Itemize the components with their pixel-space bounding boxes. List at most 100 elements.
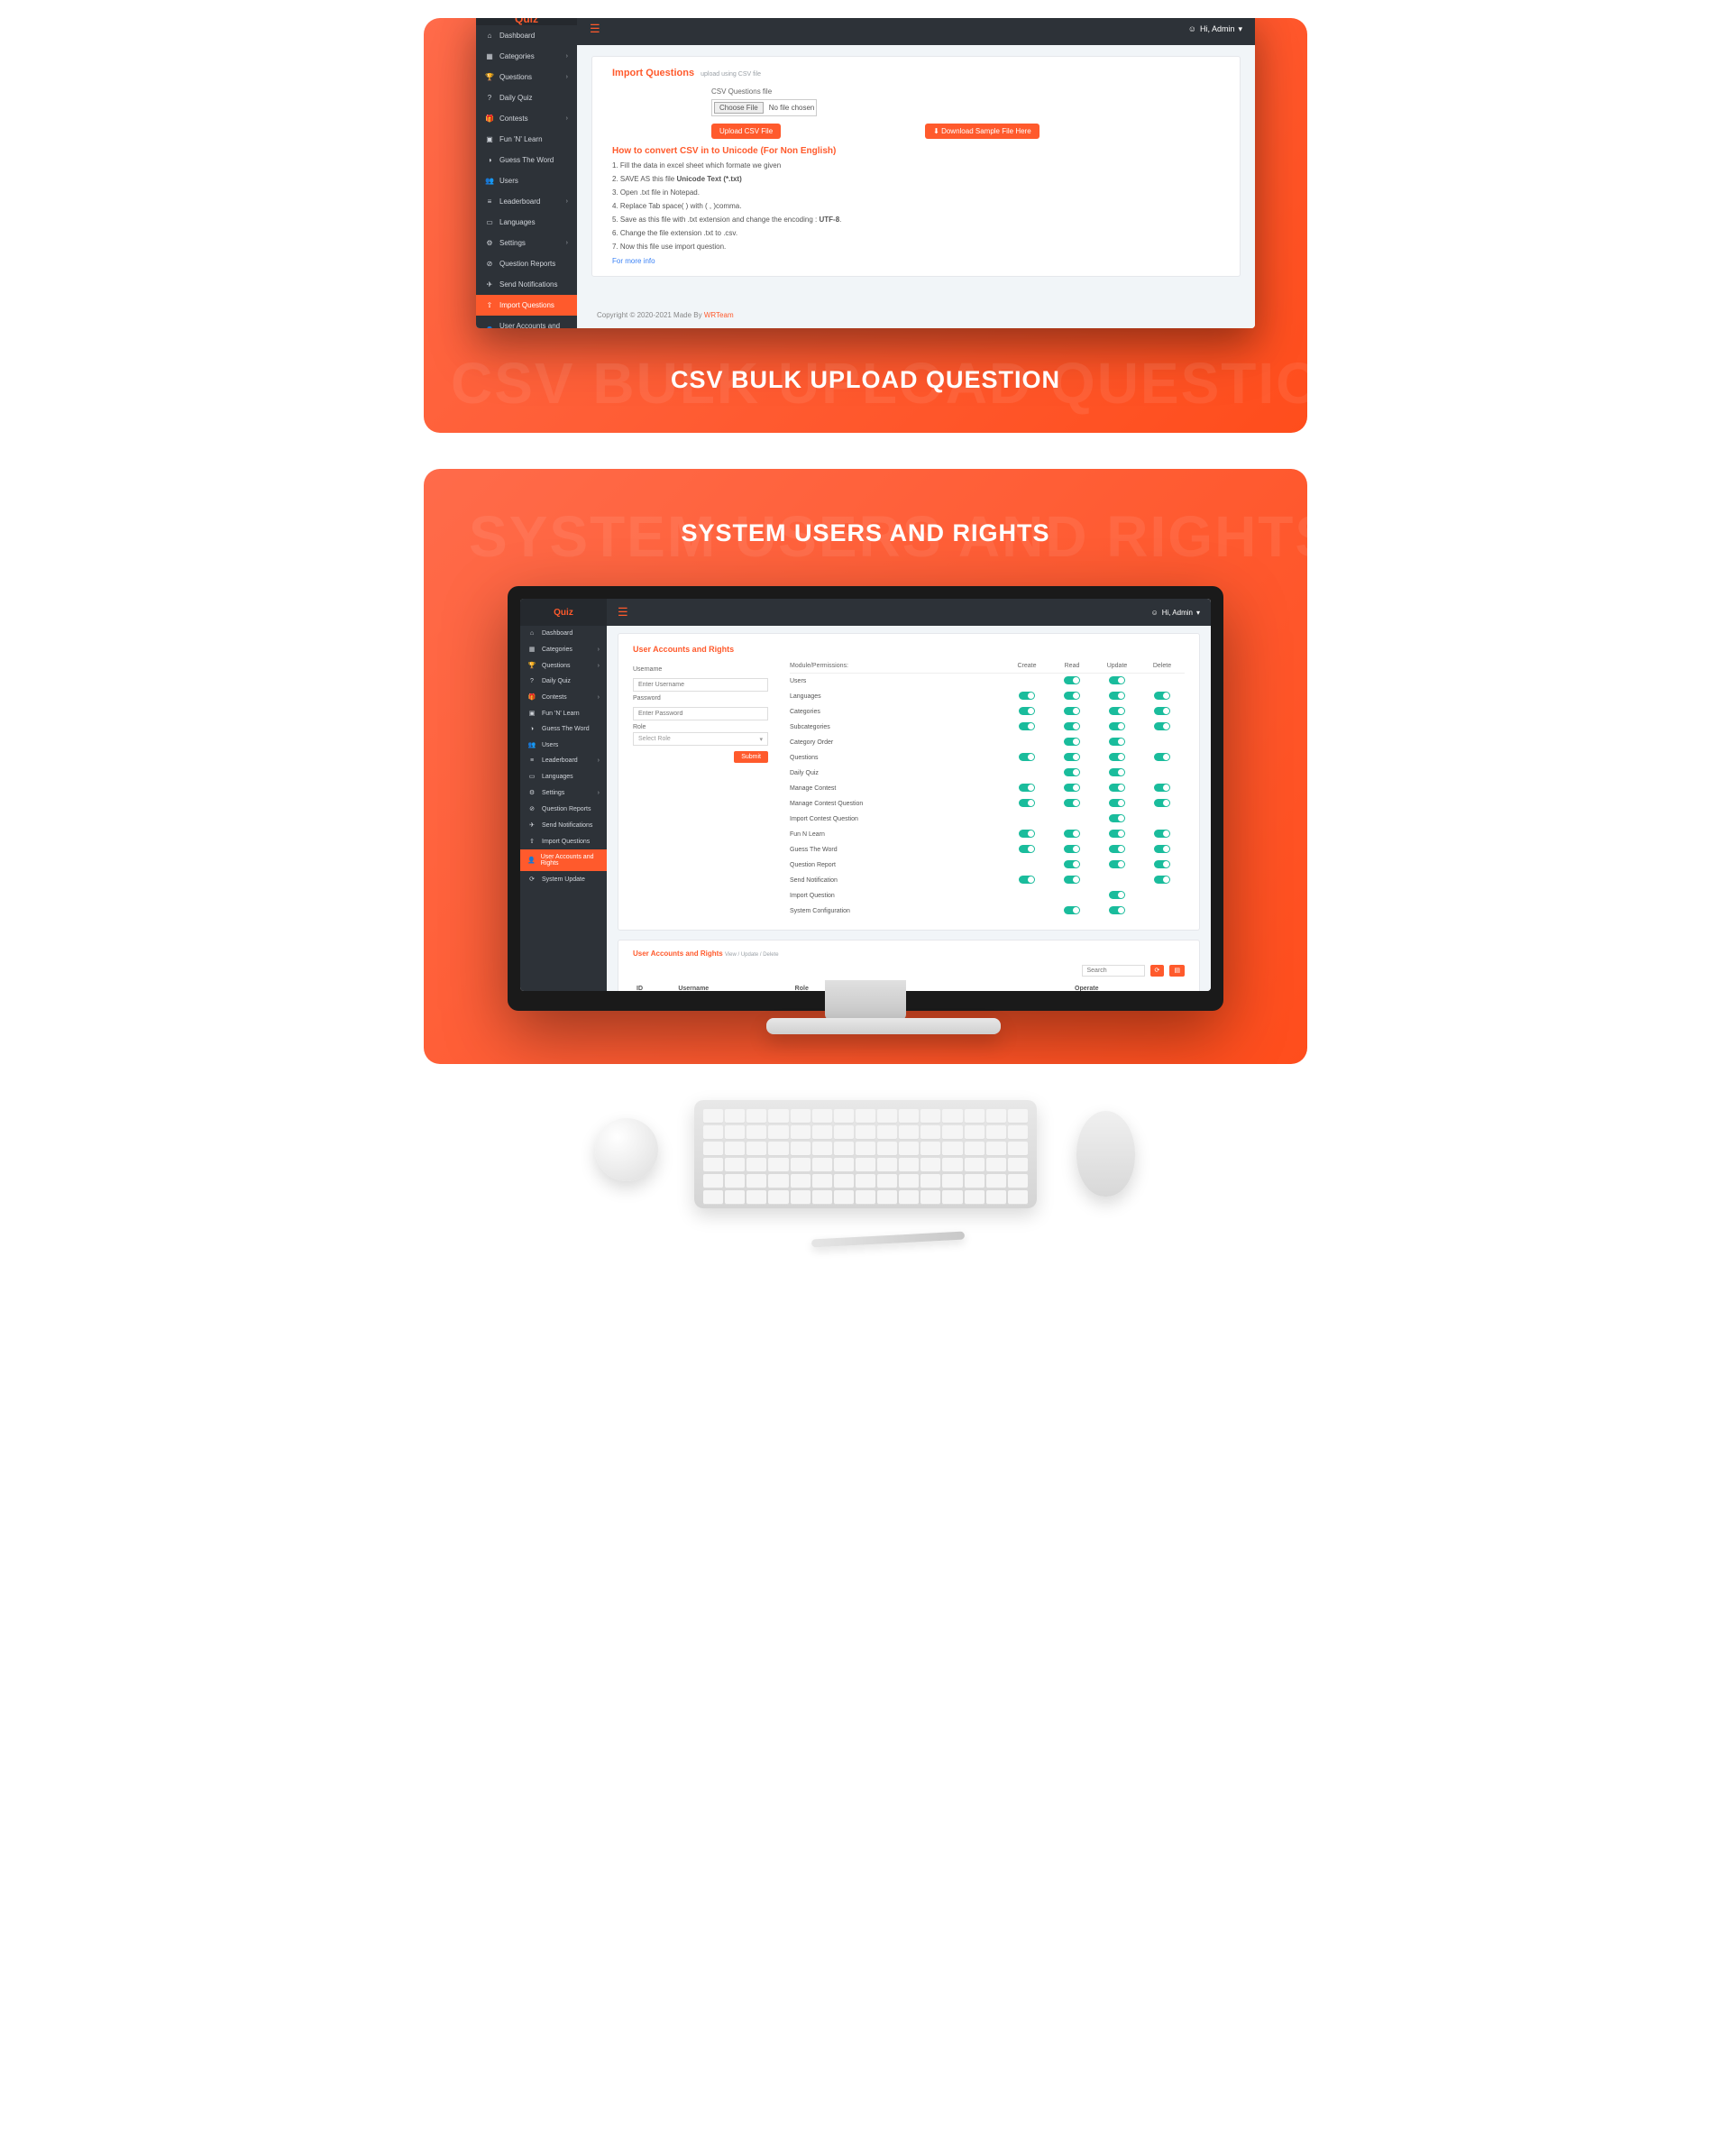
toggle-on[interactable]: [1109, 891, 1125, 899]
toggle-on[interactable]: [1019, 707, 1035, 715]
toggle-on[interactable]: [1109, 692, 1125, 700]
toggle-on[interactable]: [1154, 784, 1170, 792]
toggle-on[interactable]: [1154, 830, 1170, 838]
module-name: Guess The Word: [790, 847, 1004, 853]
sidebar-item-questions[interactable]: 🏆Questions›: [520, 657, 607, 674]
sidebar-item-leaderboard[interactable]: ≡Leaderboard›: [476, 191, 577, 212]
download-sample-button[interactable]: ⬇ Download Sample File Here: [925, 124, 1040, 139]
sidebar-item-settings[interactable]: ⚙Settings›: [476, 233, 577, 253]
toggle-on[interactable]: [1064, 707, 1080, 715]
toggle-on[interactable]: [1109, 830, 1125, 838]
sidebar-item-user-accounts-and-rights[interactable]: 👤User Accounts and Rights: [476, 316, 577, 328]
toggle-on[interactable]: [1019, 799, 1035, 807]
toggle-on[interactable]: [1019, 753, 1035, 761]
sidebar-item-system-update[interactable]: ⟳System Update: [520, 871, 607, 887]
sidebar-item-guess-the-word[interactable]: ◑Guess The Word: [476, 150, 577, 170]
role-select[interactable]: Select Role ▾: [633, 732, 768, 746]
toggle-on[interactable]: [1109, 784, 1125, 792]
toggle-on[interactable]: [1019, 845, 1035, 853]
submit-button[interactable]: Submit: [734, 751, 768, 763]
toggle-on[interactable]: [1109, 753, 1125, 761]
sidebar-item-questions[interactable]: 🏆Questions›: [476, 67, 577, 87]
sidebar-item-fun-n-learn[interactable]: ▣Fun 'N' Learn: [476, 129, 577, 150]
sidebar-item-dashboard[interactable]: ⌂Dashboard: [476, 25, 577, 46]
permission-row: Guess The Word: [790, 842, 1185, 858]
toggle-on[interactable]: [1064, 738, 1080, 746]
sidebar-item-import-questions[interactable]: ⇧Import Questions: [476, 295, 577, 316]
toggle-on[interactable]: [1154, 799, 1170, 807]
sidebar-item-settings[interactable]: ⚙Settings›: [520, 784, 607, 801]
toggle-on[interactable]: [1019, 722, 1035, 730]
sidebar-item-import-questions[interactable]: ⇧Import Questions: [520, 833, 607, 849]
choose-file-button[interactable]: Choose File: [714, 102, 764, 114]
sidebar-item-languages[interactable]: ▭Languages: [476, 212, 577, 233]
toggle-on[interactable]: [1109, 860, 1125, 868]
toggle-on[interactable]: [1109, 676, 1125, 684]
sidebar-item-question-reports[interactable]: ⊘Question Reports: [476, 253, 577, 274]
hamburger-icon[interactable]: ☰: [590, 22, 600, 36]
toggle-on[interactable]: [1109, 814, 1125, 822]
sidebar-item-users[interactable]: 👥Users: [476, 170, 577, 191]
toggle-on[interactable]: [1154, 876, 1170, 884]
toggle-on[interactable]: [1064, 768, 1080, 776]
toggle-on[interactable]: [1154, 692, 1170, 700]
toggle-on[interactable]: [1154, 753, 1170, 761]
sidebar-item-daily-quiz[interactable]: ?Daily Quiz: [520, 674, 607, 689]
sidebar-item-contests[interactable]: 🎁Contests›: [520, 689, 607, 705]
toggle-on[interactable]: [1064, 830, 1080, 838]
user-menu[interactable]: ☺ Hi, Admin ▾: [1188, 24, 1242, 34]
sidebar-item-send-notifications[interactable]: ✈Send Notifications: [476, 274, 577, 295]
sidebar-item-leaderboard[interactable]: ≡Leaderboard›: [520, 753, 607, 768]
toggle-on[interactable]: [1064, 722, 1080, 730]
toggle-on[interactable]: [1019, 830, 1035, 838]
toggle-on[interactable]: [1064, 860, 1080, 868]
hamburger-icon[interactable]: ☰: [618, 605, 628, 619]
sidebar-item-users[interactable]: 👥Users: [520, 737, 607, 753]
team-link[interactable]: WRTeam: [704, 311, 734, 319]
sidebar-item-categories[interactable]: ▦Categories›: [476, 46, 577, 67]
toggle-on[interactable]: [1064, 906, 1080, 914]
sidebar-item-question-reports[interactable]: ⊘Question Reports: [520, 801, 607, 817]
toggle-on[interactable]: [1154, 722, 1170, 730]
sidebar-item-guess-the-word[interactable]: ◑Guess The Word: [520, 721, 607, 737]
username-field[interactable]: [633, 678, 768, 692]
toggle-on[interactable]: [1109, 738, 1125, 746]
toggle-on[interactable]: [1064, 753, 1080, 761]
toggle-on[interactable]: [1154, 860, 1170, 868]
toggle-on[interactable]: [1019, 784, 1035, 792]
toggle-on[interactable]: [1109, 845, 1125, 853]
sidebar-item-dashboard[interactable]: ⌂Dashboard: [520, 626, 607, 641]
toggle-on[interactable]: [1109, 722, 1125, 730]
toggle-on[interactable]: [1109, 799, 1125, 807]
toggle-on[interactable]: [1109, 768, 1125, 776]
toggle-on[interactable]: [1154, 707, 1170, 715]
toggle-on[interactable]: [1019, 692, 1035, 700]
permission-row: Category Order: [790, 735, 1185, 750]
search-input[interactable]: [1082, 965, 1145, 977]
permission-row: Manage Contest: [790, 781, 1185, 796]
columns-icon[interactable]: ▤: [1169, 965, 1185, 977]
toggle-on[interactable]: [1064, 845, 1080, 853]
toggle-on[interactable]: [1064, 692, 1080, 700]
toggle-on[interactable]: [1154, 845, 1170, 853]
sidebar-item-daily-quiz[interactable]: ?Daily Quiz: [476, 87, 577, 108]
refresh-icon[interactable]: ⟳: [1150, 965, 1165, 977]
toggle-on[interactable]: [1019, 876, 1035, 884]
toggle-on[interactable]: [1064, 799, 1080, 807]
toggle-on[interactable]: [1064, 876, 1080, 884]
toggle-on[interactable]: [1109, 707, 1125, 715]
user-menu[interactable]: ☺ Hi, Admin ▾: [1151, 609, 1200, 617]
sidebar-item-contests[interactable]: 🎁Contests›: [476, 108, 577, 129]
password-field[interactable]: [633, 707, 768, 720]
toggle-on[interactable]: [1064, 784, 1080, 792]
sidebar-item-categories[interactable]: ▦Categories›: [520, 641, 607, 657]
sidebar-item-languages[interactable]: ▭Languages: [520, 768, 607, 784]
more-info-link[interactable]: For more info: [612, 257, 655, 265]
sidebar-item-send-notifications[interactable]: ✈Send Notifications: [520, 817, 607, 833]
sidebar-item-fun-n-learn[interactable]: ▣Fun 'N' Learn: [520, 705, 607, 721]
toggle-on[interactable]: [1109, 906, 1125, 914]
sidebar-item-user-accounts-and-rights[interactable]: 👤User Accounts and Rights: [520, 849, 607, 871]
upload-csv-button[interactable]: Upload CSV File: [711, 124, 781, 139]
file-input[interactable]: Choose File No file chosen: [711, 99, 817, 116]
toggle-on[interactable]: [1064, 676, 1080, 684]
